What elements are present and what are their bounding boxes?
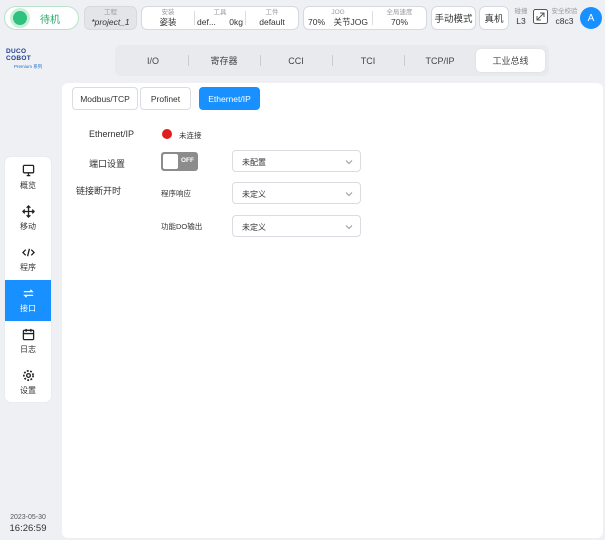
nav-item-log[interactable]: 日志: [5, 321, 51, 362]
manual-mode-button[interactable]: 手动模式: [431, 6, 476, 30]
nav-item-overview[interactable]: 概览: [5, 157, 51, 198]
calendar-icon: [22, 328, 34, 341]
do-output-label: 功能DO输出: [161, 222, 203, 231]
toggle-state-text: OFF: [181, 157, 194, 164]
jog-percent: 70%: [308, 17, 326, 27]
port-setting-label: 端口设置: [89, 159, 126, 169]
ethernet-ip-label: Ethernet/IP: [89, 129, 135, 139]
nav-item-settings[interactable]: 设置: [5, 362, 51, 402]
safety-check[interactable]: 安全校验 c8c3: [551, 8, 578, 26]
left-navigation: 概览 移动 程序 接口 日志 设置: [5, 157, 51, 402]
nav-item-move[interactable]: 移动: [5, 198, 51, 239]
toggle-knob: [163, 154, 178, 169]
tab-registers[interactable]: 寄存器: [189, 49, 259, 72]
robot-status-text: 待机: [40, 14, 60, 26]
install-cell[interactable]: 安装 姿装: [142, 7, 194, 29]
chevron-down-icon: [345, 192, 353, 197]
subtab-modbus-tcp[interactable]: Modbus/TCP: [72, 87, 138, 110]
brand-logo: DUCO COBOT Premium 系列: [6, 48, 50, 70]
chevron-down-icon: [345, 160, 353, 165]
tab-tcpip[interactable]: TCP/IP: [405, 49, 475, 72]
project-label: 工程: [104, 9, 117, 16]
port-config-value: 未配置: [242, 158, 266, 167]
tool-cell[interactable]: 工具 def... 0kg: [195, 7, 245, 29]
tool-name: def...: [197, 17, 216, 27]
top-bar: 待机 工程 *project_1 安装 姿装 工具 def... 0kg 工件 …: [0, 0, 605, 36]
chevron-down-icon: [345, 225, 353, 230]
collision-value: L3: [516, 16, 526, 26]
global-speed-label: 全局速度: [386, 9, 413, 16]
main-panel: Modbus/TCP Profinet Ethernet/IP Ethernet…: [62, 83, 603, 538]
clock-date: 2023-05-30: [10, 514, 46, 521]
tab-tci[interactable]: TCI: [333, 49, 403, 72]
nav-label: 设置: [20, 386, 36, 395]
tab-cci[interactable]: CCI: [261, 49, 331, 72]
nav-label: 移动: [20, 222, 36, 231]
collision-level[interactable]: 碰撞 L3: [513, 8, 529, 26]
port-config-select[interactable]: 未配置: [232, 150, 361, 172]
tab-industrial-bus[interactable]: 工业总线: [476, 49, 545, 72]
nav-label: 程序: [20, 263, 36, 272]
safety-check-label: 安全校验: [551, 8, 578, 15]
nav-item-interface[interactable]: 接口: [5, 280, 51, 321]
jog-mode: 关节JOG: [333, 17, 368, 27]
do-output-value: 未定义: [242, 223, 266, 232]
subtab-ethernet-ip[interactable]: Ethernet/IP: [199, 87, 260, 110]
gear-icon: [22, 370, 34, 381]
logo-subtitle: Premium 系列: [14, 64, 43, 69]
jog-cell[interactable]: JOG 70% 关节JOG: [304, 7, 372, 29]
program-response-select[interactable]: 未定义: [232, 182, 361, 204]
subtab-profinet[interactable]: Profinet: [140, 87, 191, 110]
robot-status-indicator[interactable]: 待机: [4, 6, 79, 30]
workpiece-cell[interactable]: 工件 default: [246, 7, 298, 29]
project-value: *project_1: [91, 17, 130, 27]
nav-label: 日志: [20, 345, 36, 354]
nav-label: 概览: [20, 181, 36, 190]
do-output-select[interactable]: 未定义: [232, 215, 361, 237]
collision-label: 碰撞: [514, 8, 528, 15]
connection-status-text: 未连接: [179, 131, 202, 140]
user-avatar[interactable]: A: [580, 7, 602, 29]
interface-tab-bar: I/O 寄存器 CCI TCI TCP/IP 工业总线: [115, 45, 549, 76]
tool-label: 工具: [213, 9, 227, 16]
install-tool-workpiece-box[interactable]: 安装 姿装 工具 def... 0kg 工件 default: [141, 6, 299, 30]
monitor-icon: [22, 164, 34, 177]
disconnected-status-icon: [162, 129, 172, 139]
real-machine-button[interactable]: 真机: [479, 6, 509, 30]
nav-label: 接口: [20, 304, 36, 313]
workpiece-value: default: [259, 17, 285, 27]
speed-box[interactable]: JOG 70% 关节JOG 全局速度 70%: [303, 6, 427, 30]
workpiece-label: 工件: [265, 9, 279, 16]
safety-check-value: c8c3: [555, 16, 574, 26]
global-speed-cell[interactable]: 全局速度 70%: [373, 7, 426, 29]
move-icon: [21, 205, 35, 218]
program-response-label: 程序响应: [161, 189, 191, 198]
expand-icon[interactable]: [533, 9, 548, 24]
tab-io[interactable]: I/O: [119, 49, 187, 72]
nav-item-program[interactable]: 程序: [5, 239, 51, 280]
disconnect-behavior-label: 链接断开时: [76, 186, 122, 196]
install-value: 姿装: [159, 17, 177, 27]
tool-weight: 0kg: [229, 17, 243, 27]
clock-time: 16:26:59: [9, 523, 47, 534]
code-icon: [21, 248, 35, 257]
project-selector[interactable]: 工程 *project_1: [84, 6, 137, 30]
logo-text: DUCO COBOT: [6, 48, 31, 62]
system-clock: 2023-05-30 16:26:59: [0, 514, 56, 534]
install-label: 安装: [161, 9, 175, 16]
interface-icon: [22, 289, 34, 298]
program-response-value: 未定义: [242, 190, 266, 199]
port-toggle-switch[interactable]: OFF: [161, 152, 198, 171]
jog-label: JOG: [331, 9, 345, 16]
status-dot-icon: [13, 11, 27, 25]
global-speed-value: 70%: [390, 17, 408, 27]
